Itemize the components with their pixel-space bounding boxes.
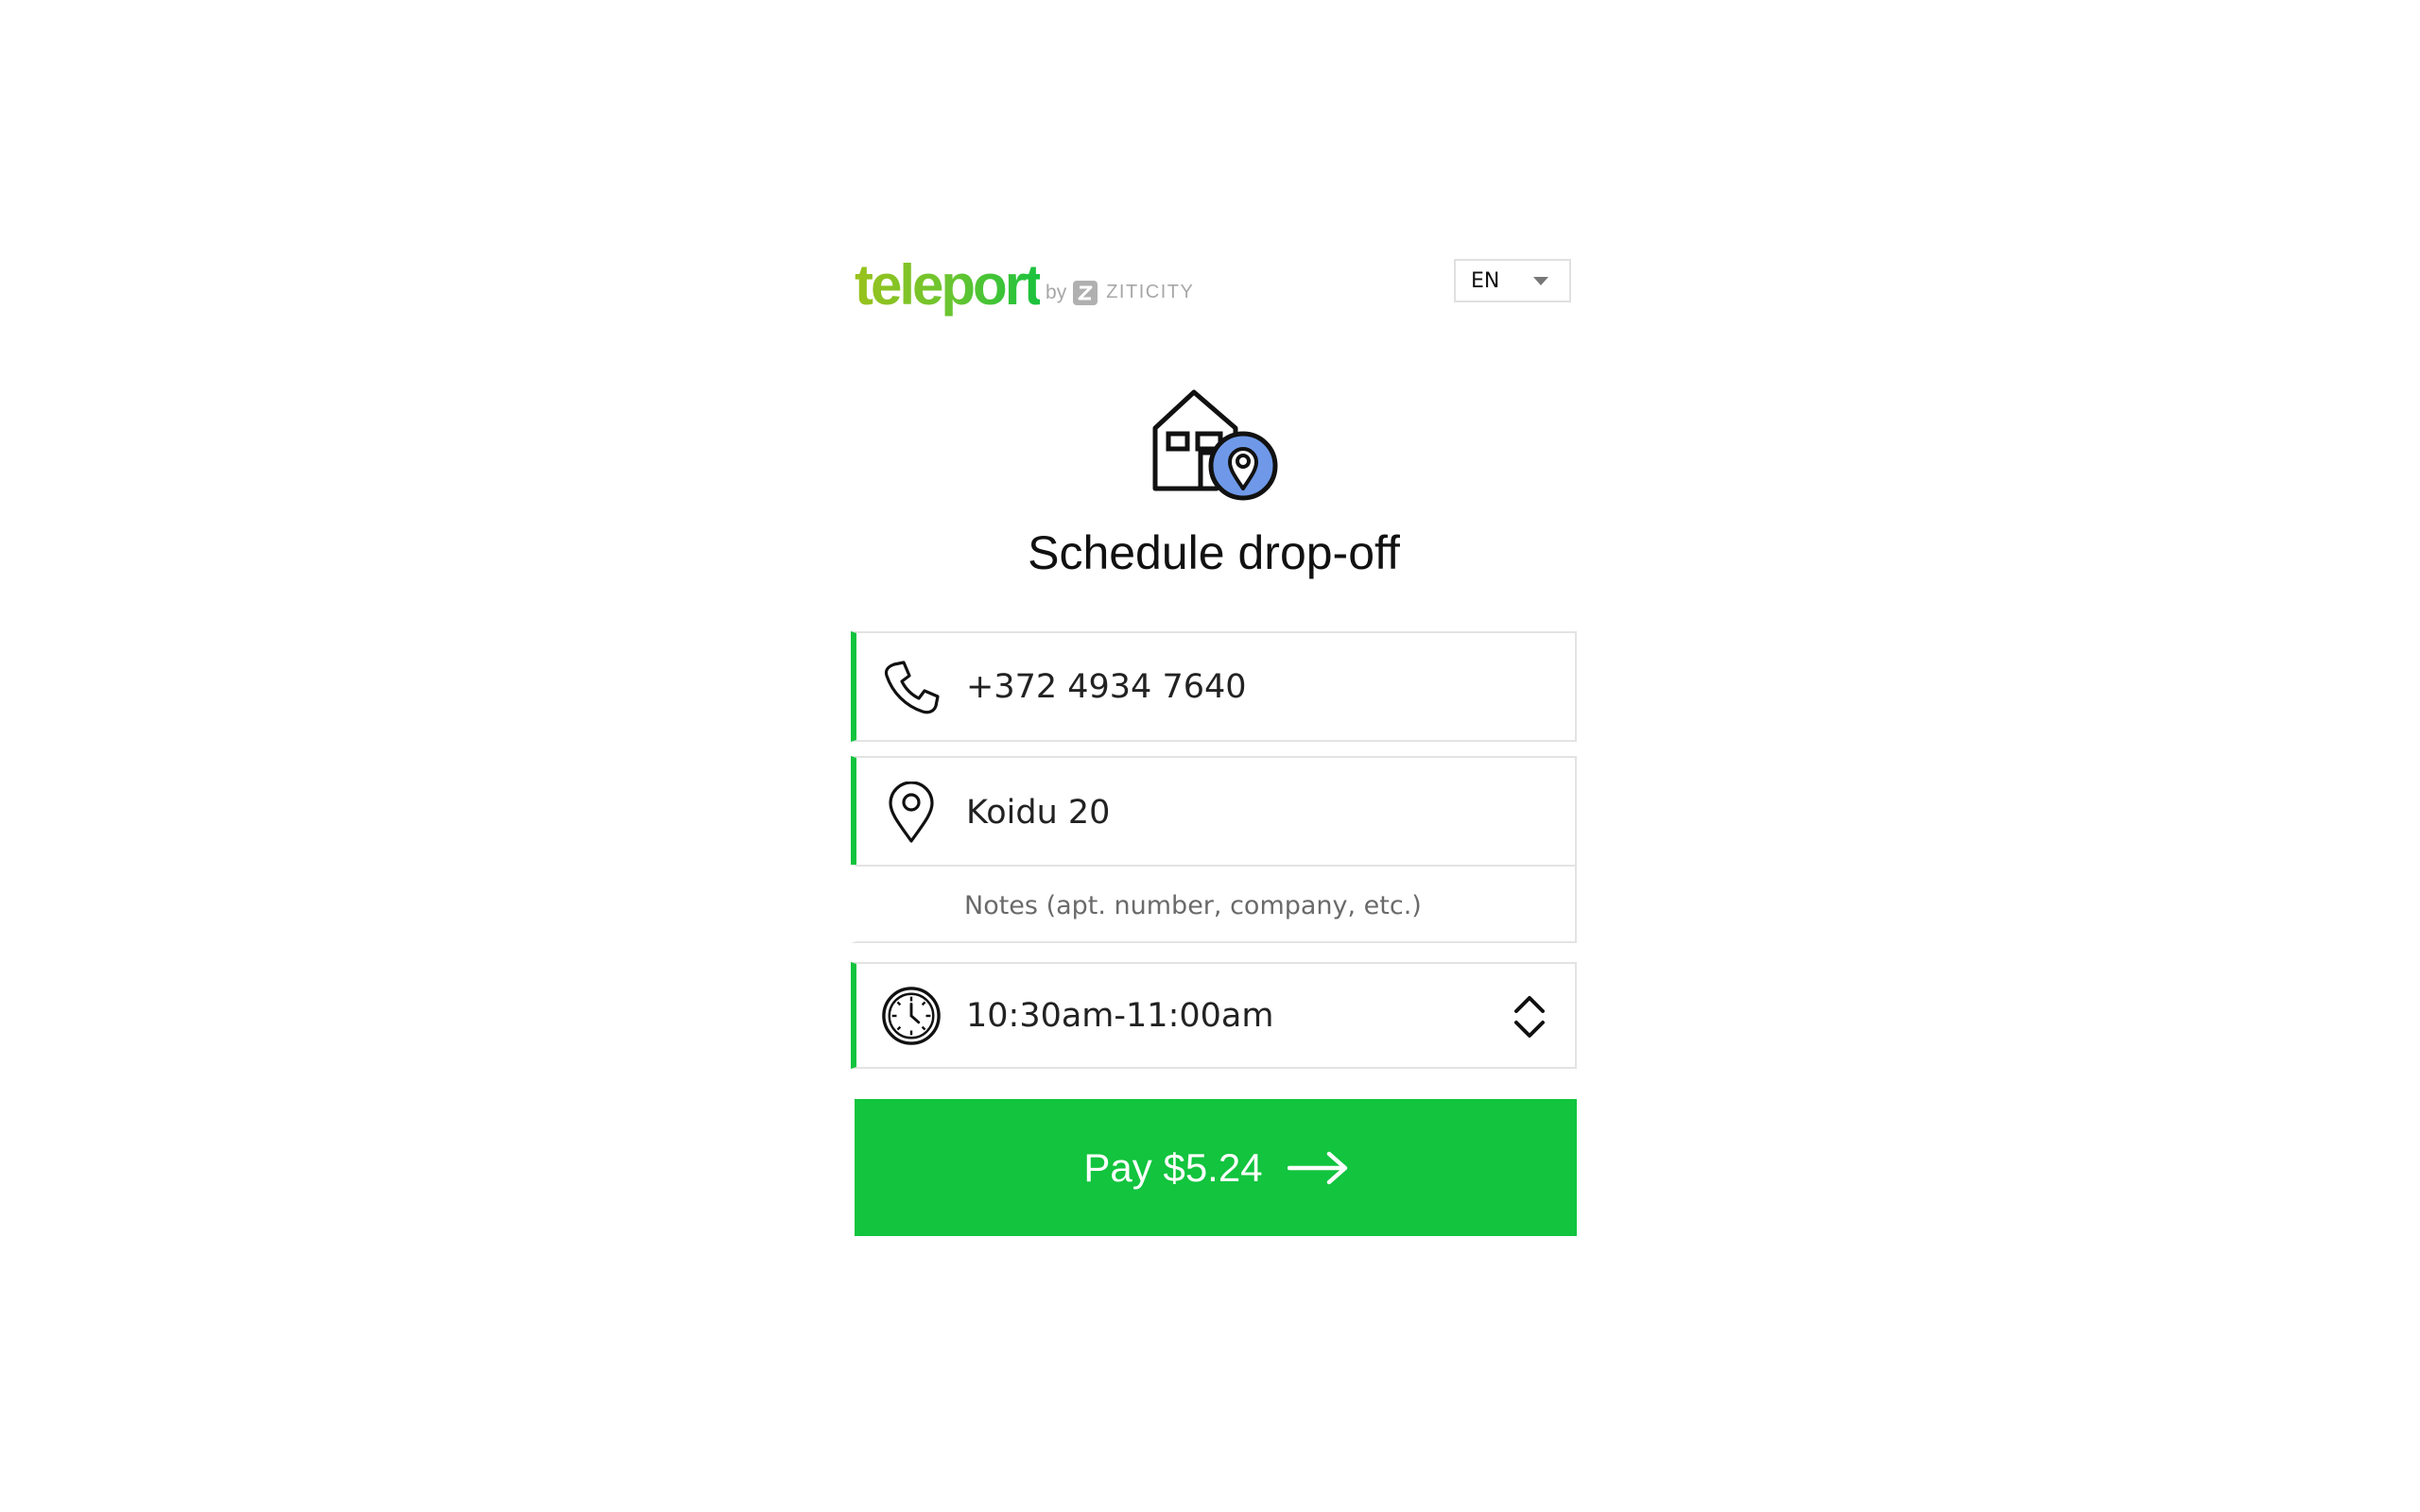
location-pin-icon xyxy=(881,781,942,843)
time-slot-field[interactable]: 10:30am-11:00am xyxy=(851,962,1577,1069)
clock-icon xyxy=(881,986,942,1046)
phone-field[interactable]: +372 4934 7640 xyxy=(851,631,1577,742)
logo-brand: teleport xyxy=(855,253,1043,317)
address-field[interactable]: Koidu 20 xyxy=(851,756,1577,867)
language-value: EN xyxy=(1471,268,1500,293)
ziticity-logo-icon xyxy=(1073,281,1098,305)
time-slot-value: 10:30am-11:00am xyxy=(966,996,1274,1035)
pay-button[interactable]: Pay $5.24 xyxy=(855,1099,1577,1236)
house-location-icon xyxy=(1152,389,1278,501)
arrow-right-icon xyxy=(1287,1151,1347,1184)
language-select[interactable]: EN xyxy=(1454,259,1571,302)
pay-button-label: Pay $5.24 xyxy=(1083,1144,1263,1190)
phone-value: +372 4934 7640 xyxy=(966,667,1247,706)
phone-icon xyxy=(881,657,942,717)
caret-down-icon xyxy=(1533,277,1548,285)
logo-partner: ZITICITY xyxy=(1106,282,1195,302)
drop-off-card: teleport by ZITICITY EN Schedule drop-of… xyxy=(851,255,1577,1257)
address-value: Koidu 20 xyxy=(966,793,1111,832)
page-title: Schedule drop-off xyxy=(1028,526,1400,579)
teleport-logo: teleport by ZITICITY xyxy=(855,257,1194,318)
notes-input[interactable] xyxy=(962,884,1533,927)
notes-field xyxy=(851,865,1577,943)
logo-by: by xyxy=(1046,282,1067,303)
chevron-up-down-icon[interactable] xyxy=(1511,990,1548,1043)
header: teleport by ZITICITY EN xyxy=(851,255,1577,321)
